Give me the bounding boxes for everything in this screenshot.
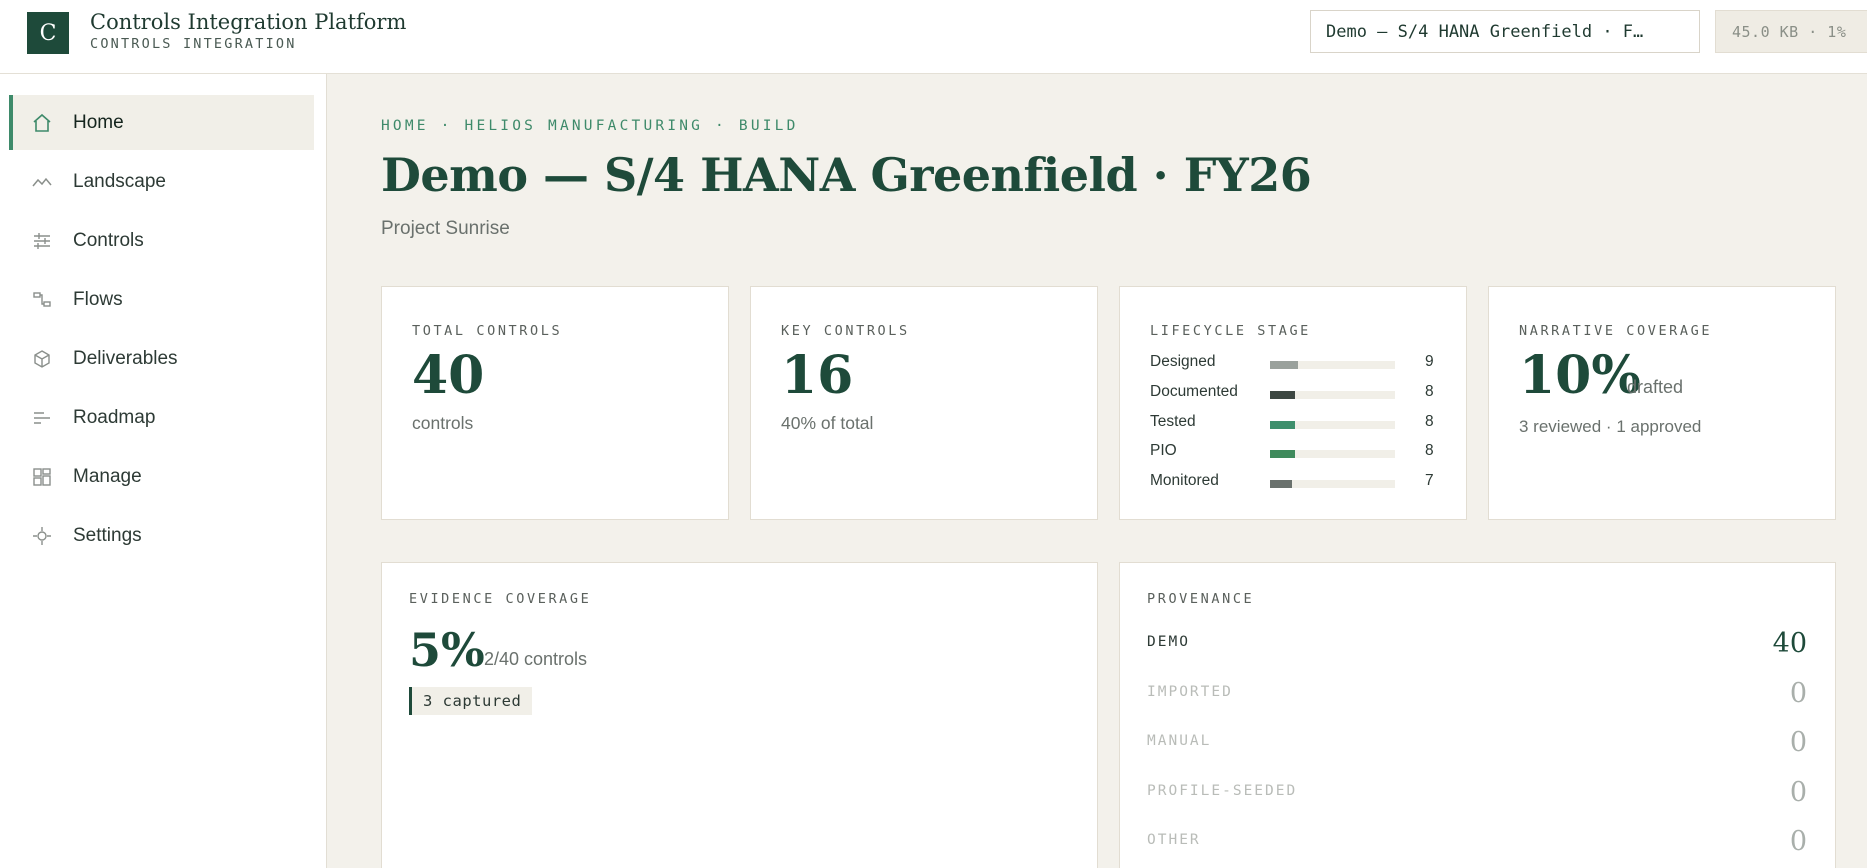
lifecycle-track (1270, 421, 1395, 429)
lifecycle-stage-card: LIFECYCLE STAGE Designed 9 Documented 8 … (1119, 286, 1467, 520)
provenance-row: IMPORTED 0 (1147, 678, 1807, 710)
provenance-name: PROFILE-SEEDED (1147, 783, 1298, 799)
lifecycle-bar (1270, 361, 1299, 369)
sidebar-item-settings[interactable]: Settings (9, 508, 314, 563)
sidebar-item-controls[interactable]: Controls (9, 213, 314, 268)
app-subtitle: CONTROLS INTEGRATION (90, 36, 297, 52)
lifecycle-name: Designed (1150, 353, 1216, 370)
provenance-value: 40 (1772, 628, 1807, 659)
lifecycle-row: PIO 8 (1150, 442, 1440, 464)
provenance-value: 0 (1789, 777, 1807, 808)
provenance-name: IMPORTED (1147, 684, 1233, 700)
narrative-coverage-card: NARRATIVE COVERAGE 10% drafted 3 reviewe… (1488, 286, 1836, 520)
provenance-name: DEMO (1147, 634, 1190, 650)
captured-badge: 3 captured (409, 687, 533, 715)
gear-icon (33, 527, 51, 545)
sidebar: Home Landscape Controls Flows Deliverabl… (0, 74, 327, 868)
lifecycle-track (1270, 391, 1395, 399)
sidebar-item-label: Flows (73, 288, 123, 310)
lifecycle-name: PIO (1150, 442, 1177, 459)
lifecycle-count: 8 (1425, 383, 1434, 400)
lifecycle-bar (1270, 480, 1292, 488)
project-selector[interactable]: Demo — S/4 HANA Greenfield · F… (1310, 10, 1700, 53)
flow-icon (33, 292, 51, 307)
app-logo[interactable]: C (27, 12, 69, 54)
card-label: LIFECYCLE STAGE (1150, 323, 1311, 339)
sidebar-item-label: Controls (73, 229, 144, 251)
provenance-row: OTHER 0 (1147, 826, 1807, 858)
evidence-coverage-card: EVIDENCE COVERAGE 5% 2/40 controls 3 cap… (381, 562, 1098, 868)
lifecycle-bar (1270, 450, 1295, 458)
lifecycle-count: 7 (1425, 472, 1434, 489)
card-label: NARRATIVE COVERAGE (1519, 323, 1713, 339)
sidebar-item-roadmap[interactable]: Roadmap (9, 390, 314, 445)
narrative-coverage-note: 3 reviewed · 1 approved (1519, 417, 1702, 436)
lifecycle-row: Documented 8 (1150, 383, 1440, 405)
sidebar-item-manage[interactable]: Manage (9, 449, 314, 504)
lifecycle-count: 8 (1425, 413, 1434, 430)
lifecycle-bar (1270, 391, 1295, 399)
evidence-coverage-unit: 2/40 controls (484, 649, 588, 669)
sidebar-item-label: Home (73, 111, 124, 133)
card-note: 40% of total (781, 413, 874, 433)
cube-icon (34, 350, 50, 368)
card-label: TOTAL CONTROLS (412, 323, 563, 339)
lifecycle-track (1270, 450, 1395, 458)
provenance-card: PROVENANCE DEMO 40 IMPORTED 0 MANUAL 0 P… (1119, 562, 1836, 868)
card-note: controls (412, 413, 474, 433)
lifecycle-count: 9 (1425, 353, 1434, 370)
lifecycle-bar (1270, 421, 1295, 429)
sidebar-item-deliverables[interactable]: Deliverables (9, 331, 314, 386)
sidebar-item-label: Settings (73, 524, 142, 546)
narrative-coverage-value: 10% (1519, 345, 1641, 406)
home-icon (33, 113, 51, 132)
provenance-name: OTHER (1147, 832, 1201, 848)
app-title: Controls Integration Platform (90, 10, 407, 34)
lifecycle-track (1270, 361, 1395, 369)
lifecycle-row: Tested 8 (1150, 413, 1440, 435)
sidebar-item-landscape[interactable]: Landscape (9, 154, 314, 209)
sidebar-item-label: Landscape (73, 170, 166, 192)
card-label: PROVENANCE (1147, 591, 1255, 607)
grid-icon (33, 468, 51, 486)
landscape-icon (32, 177, 52, 187)
provenance-row: MANUAL 0 (1147, 727, 1807, 759)
lifecycle-count: 8 (1425, 442, 1434, 459)
top-bar: C Controls Integration Platform CONTROLS… (0, 0, 1867, 74)
provenance-value: 0 (1789, 678, 1807, 709)
evidence-coverage-value: 5% (409, 623, 485, 677)
sidebar-item-label: Deliverables (73, 347, 178, 369)
sidebar-item-label: Manage (73, 465, 142, 487)
total-controls-card: TOTAL CONTROLS 40 controls (381, 286, 729, 520)
sidebar-item-home[interactable]: Home (9, 95, 314, 150)
lifecycle-track (1270, 480, 1395, 488)
breadcrumb[interactable]: HOME · HELIOS MANUFACTURING · BUILD (381, 118, 799, 134)
provenance-value: 0 (1789, 727, 1807, 758)
lifecycle-name: Tested (1150, 413, 1196, 430)
page-title: Demo — S/4 HANA Greenfield · FY26 (381, 148, 1312, 202)
lifecycle-name: Documented (1150, 383, 1238, 400)
card-label: KEY CONTROLS (781, 323, 910, 339)
roadmap-icon (34, 412, 50, 424)
lifecycle-row: Monitored 7 (1150, 472, 1440, 494)
provenance-row: DEMO 40 (1147, 628, 1807, 660)
key-controls-value: 16 (781, 345, 854, 406)
provenance-row: PROFILE-SEEDED 0 (1147, 777, 1807, 809)
provenance-value: 0 (1789, 826, 1807, 857)
key-controls-card: KEY CONTROLS 16 40% of total (750, 286, 1098, 520)
narrative-coverage-unit: drafted (1627, 377, 1684, 397)
sidebar-item-flows[interactable]: Flows (9, 272, 314, 327)
page-subtitle: Project Sunrise (381, 218, 510, 239)
lifecycle-row: Designed 9 (1150, 353, 1440, 375)
card-label: EVIDENCE COVERAGE (409, 591, 592, 607)
lifecycle-name: Monitored (1150, 472, 1219, 489)
sliders-icon (34, 233, 50, 249)
total-controls-value: 40 (412, 345, 485, 406)
provenance-name: MANUAL (1147, 733, 1212, 749)
sidebar-item-label: Roadmap (73, 406, 156, 428)
storage-badge: 45.0 KB · 1% (1715, 10, 1867, 53)
